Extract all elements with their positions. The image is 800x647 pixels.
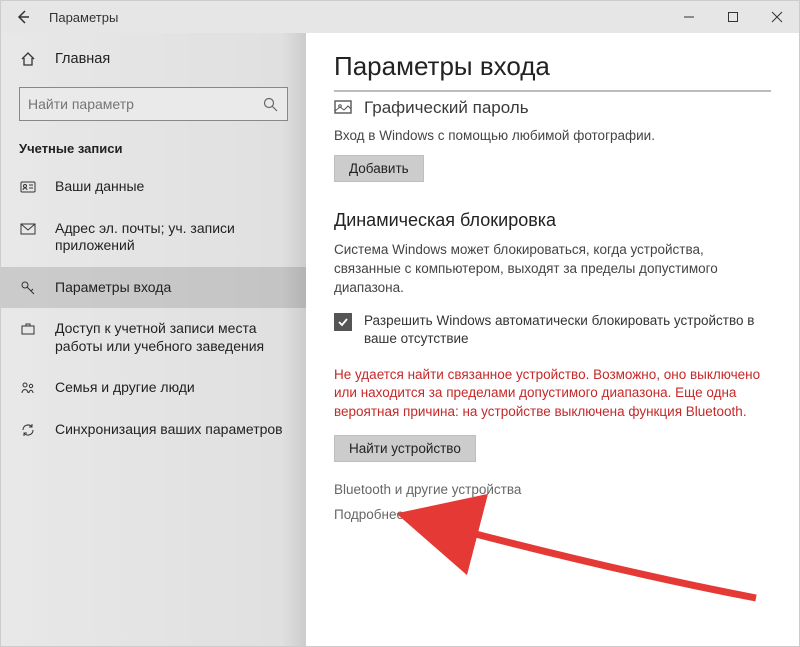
home-label: Главная [55,51,110,67]
search-input[interactable] [28,96,261,112]
search-icon [261,97,279,112]
heading-text: Графический пароль [364,98,529,118]
arrow-left-icon [15,9,31,25]
sidebar-item-label: Доступ к учетной записи места работы или… [55,320,288,355]
annotation-arrow [446,513,766,613]
minimize-icon [684,12,694,22]
sidebar-item-label: Синхронизация ваших параметров [55,421,283,439]
body: Главная Учетные записи Ваши данные Адрес… [1,33,799,646]
settings-window: Параметры Главная Учетные записи Ваши да… [0,0,800,647]
section-title: Учетные записи [1,135,306,166]
sidebar-item-label: Семья и другие люди [55,379,195,397]
sidebar-item-label: Адрес эл. почты; уч. записи приложений [55,220,288,255]
find-device-button[interactable]: Найти устройство [334,435,476,462]
picture-password-desc: Вход в Windows с помощью любимой фотогра… [334,128,771,143]
nav: Ваши данные Адрес эл. почты; уч. записи … [1,166,306,450]
sidebar-item-label: Параметры входа [55,279,171,297]
checkbox-checked-icon[interactable] [334,313,352,331]
bluetooth-devices-link[interactable]: Bluetooth и другие устройства [334,482,771,497]
picture-password-heading: Графический пароль [334,90,771,118]
close-button[interactable] [755,1,799,33]
dynamic-lock-checkbox-row[interactable]: Разрешить Windows автоматически блокиров… [334,312,771,348]
key-icon [19,280,37,296]
back-button[interactable] [1,1,45,33]
sidebar-item-your-info[interactable]: Ваши данные [1,166,306,208]
mail-icon [19,221,37,237]
home-button[interactable]: Главная [1,43,306,75]
picture-password-icon [334,99,354,117]
sync-icon [19,422,37,438]
sidebar-item-email[interactable]: Адрес эл. почты; уч. записи приложений [1,208,306,267]
maximize-button[interactable] [711,1,755,33]
search-box[interactable] [19,87,288,121]
sidebar-item-signin-options[interactable]: Параметры входа [1,267,306,309]
person-badge-icon [19,179,37,195]
dynamic-lock-error: Не удается найти связанное устройство. В… [334,366,771,421]
maximize-icon [728,12,738,22]
briefcase-icon [19,321,37,337]
minimize-button[interactable] [667,1,711,33]
sidebar: Главная Учетные записи Ваши данные Адрес… [1,33,306,646]
dynamic-lock-heading: Динамическая блокировка [334,210,771,231]
sidebar-item-label: Ваши данные [55,178,144,196]
checkbox-label: Разрешить Windows автоматически блокиров… [364,312,771,348]
page-title: Параметры входа [334,51,771,82]
dynamic-lock-desc: Система Windows может блокироваться, ког… [334,241,771,298]
people-icon [19,380,37,396]
window-title: Параметры [45,10,118,25]
learn-more-link[interactable]: Подробнее [334,507,771,522]
sidebar-item-sync[interactable]: Синхронизация ваших параметров [1,409,306,451]
sidebar-item-family[interactable]: Семья и другие люди [1,367,306,409]
add-button[interactable]: Добавить [334,155,424,182]
home-icon [19,51,37,67]
close-icon [772,12,782,22]
sidebar-item-work-account[interactable]: Доступ к учетной записи места работы или… [1,308,306,367]
content: Параметры входа Графический пароль Вход … [306,33,799,646]
titlebar: Параметры [1,1,799,33]
